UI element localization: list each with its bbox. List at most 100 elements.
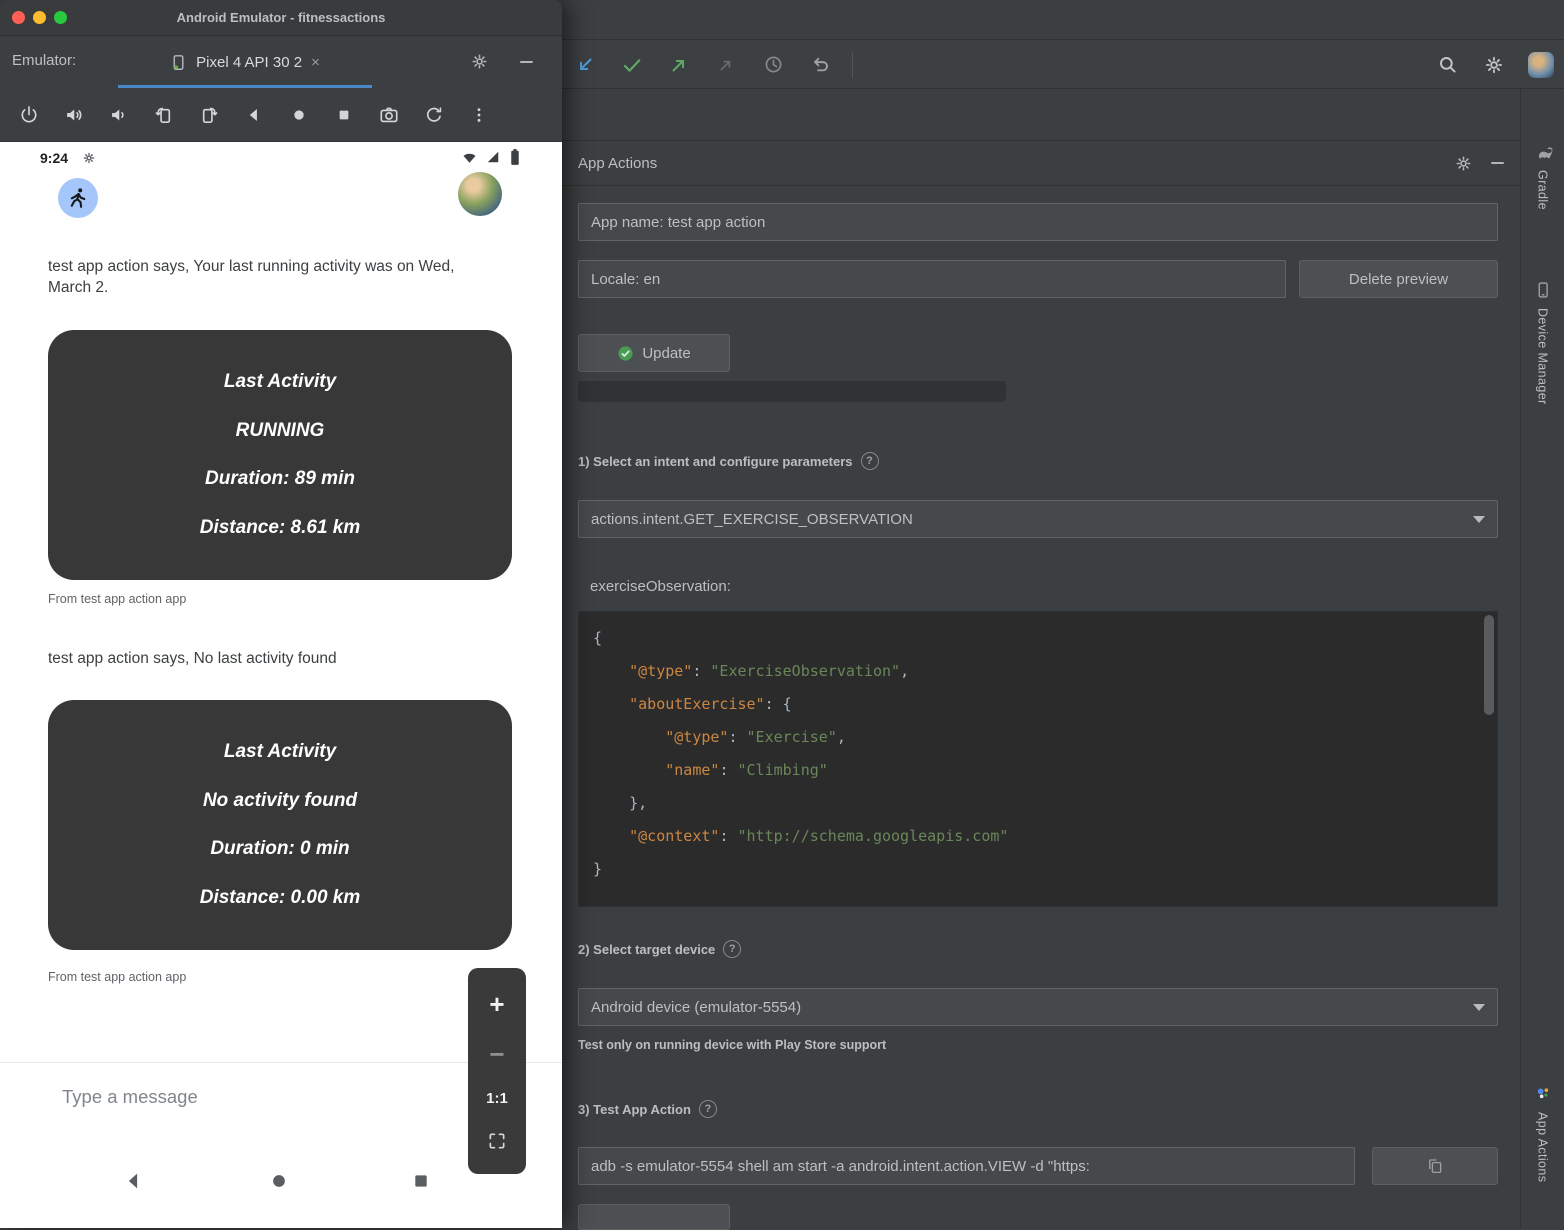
gradle-tab[interactable]: Gradle xyxy=(1521,145,1564,210)
window-title: Android Emulator - fitnessactions xyxy=(0,10,562,25)
device-manager-tab[interactable]: Device Manager xyxy=(1521,281,1564,405)
zoom-out-button[interactable]: − xyxy=(489,1041,504,1067)
adb-command-value: adb -s emulator-5554 shell am start -a a… xyxy=(591,1158,1090,1175)
tool-window-bar: Gradle Device Manager App Actions xyxy=(1520,89,1564,1228)
undo-button[interactable] xyxy=(805,50,835,80)
nav-back-button[interactable] xyxy=(122,1170,144,1192)
apply-changes-button[interactable] xyxy=(617,50,647,80)
step3-label: 3) Test App Action xyxy=(578,1102,691,1117)
screenshot-button[interactable] xyxy=(368,95,409,135)
step1-section: 1) Select an intent and configure parame… xyxy=(578,452,879,470)
app-actions-icon xyxy=(1533,1083,1553,1103)
zoom-controls: + − 1:1 xyxy=(468,968,526,1174)
zoom-in-button[interactable]: + xyxy=(489,991,504,1017)
attach-debugger-button[interactable] xyxy=(570,50,600,80)
delete-preview-label: Delete preview xyxy=(1349,271,1448,288)
clock-icon xyxy=(762,53,785,76)
run-disabled-button[interactable] xyxy=(711,50,741,80)
emulator-titlebar: Android Emulator - fitnessactions xyxy=(0,0,562,36)
copy-command-button[interactable] xyxy=(1372,1147,1498,1185)
help-icon[interactable]: ? xyxy=(723,940,741,958)
update-button[interactable]: Update xyxy=(578,334,730,372)
overview-button[interactable] xyxy=(323,95,364,135)
help-icon[interactable]: ? xyxy=(861,452,879,470)
device-tab[interactable]: Pixel 4 API 30 2 × xyxy=(118,36,372,88)
zoom-button[interactable] xyxy=(54,11,67,24)
overview-icon xyxy=(334,105,354,125)
nav-home-icon xyxy=(268,1170,290,1192)
intent-dropdown[interactable]: actions.intent.GET_EXERCISE_OBSERVATION xyxy=(578,500,1498,538)
device-hint: Test only on running device with Play St… xyxy=(578,1038,886,1052)
power-button[interactable] xyxy=(8,95,49,135)
emulator-window: Android Emulator - fitnessactions Emulat… xyxy=(0,0,562,1228)
more-button[interactable] xyxy=(458,95,499,135)
more-icon xyxy=(469,105,489,125)
check-circle-icon xyxy=(617,345,634,362)
camera-icon xyxy=(378,104,400,126)
rotate-left-button[interactable] xyxy=(143,95,184,135)
profile-button[interactable] xyxy=(1526,50,1556,80)
chevron-down-icon xyxy=(1473,516,1485,523)
locale-value: Locale: en xyxy=(591,271,660,288)
card-line: Distance: 0.00 km xyxy=(200,887,361,909)
chat-message: test app action says, Your last running … xyxy=(48,256,472,298)
toolbar-divider xyxy=(852,52,853,78)
gradle-tab-label: Gradle xyxy=(1536,170,1550,210)
app-actions-tab[interactable]: App Actions xyxy=(1521,1083,1564,1182)
undo-icon xyxy=(809,53,832,76)
rotate-right-icon xyxy=(198,104,220,126)
emulator-settings-button[interactable] xyxy=(470,52,489,71)
message-input[interactable]: Type a message xyxy=(62,1086,198,1108)
scrollbar-thumb[interactable] xyxy=(1484,615,1494,715)
close-button[interactable] xyxy=(12,11,25,24)
help-icon[interactable]: ? xyxy=(699,1100,717,1118)
zoom-reset-button[interactable]: 1:1 xyxy=(486,1090,508,1107)
app-name-field[interactable]: App name: test app action xyxy=(578,203,1498,241)
history-button[interactable] xyxy=(758,50,788,80)
panel-minimize-icon[interactable] xyxy=(1491,162,1504,164)
device-dropdown[interactable]: Android device (emulator-5554) xyxy=(578,988,1498,1026)
delete-preview-button[interactable]: Delete preview xyxy=(1299,260,1498,298)
nav-home-button[interactable] xyxy=(268,1170,290,1192)
back-button[interactable] xyxy=(233,95,274,135)
status-band xyxy=(578,381,1006,402)
json-editor[interactable]: { "@type": "ExerciseObservation", "about… xyxy=(578,611,1498,907)
nav-overview-icon xyxy=(410,1170,432,1192)
snapshot-button[interactable] xyxy=(413,95,454,135)
panel-minimize-icon[interactable] xyxy=(520,61,533,63)
rotate-right-button[interactable] xyxy=(188,95,229,135)
partial-button[interactable] xyxy=(578,1204,730,1230)
step2-label: 2) Select target device xyxy=(578,942,715,957)
nav-overview-button[interactable] xyxy=(410,1170,432,1192)
fit-screen-button[interactable] xyxy=(487,1131,507,1151)
app-name-value: App name: test app action xyxy=(591,214,765,231)
search-button[interactable] xyxy=(1432,50,1462,80)
back-icon xyxy=(244,105,264,125)
card-line: Duration: 0 min xyxy=(210,838,349,860)
phone-icon xyxy=(170,54,187,71)
locale-field[interactable]: Locale: en xyxy=(578,260,1286,298)
tab-close-icon[interactable]: × xyxy=(311,54,320,71)
app-actions-panel-header: App Actions xyxy=(562,140,1520,186)
runner-icon xyxy=(66,186,90,210)
device-value: Android device (emulator-5554) xyxy=(591,999,801,1016)
minimize-button[interactable] xyxy=(33,11,46,24)
arrow-up-right-icon xyxy=(667,53,691,77)
adb-command-field[interactable]: adb -s emulator-5554 shell am start -a a… xyxy=(578,1147,1355,1185)
nav-back-icon xyxy=(122,1170,144,1192)
battery-icon xyxy=(510,148,520,166)
panel-gear-icon[interactable] xyxy=(1454,154,1473,173)
search-icon xyxy=(1436,53,1459,76)
home-button[interactable] xyxy=(278,95,319,135)
deploy-button[interactable] xyxy=(664,50,694,80)
volume-down-button[interactable] xyxy=(98,95,139,135)
cellular-signal-icon xyxy=(486,150,500,164)
emulator-toolbar xyxy=(0,88,562,142)
card-line: RUNNING xyxy=(236,420,325,442)
settings-button[interactable] xyxy=(1479,50,1509,80)
app-actions-tab-label: App Actions xyxy=(1536,1112,1550,1182)
volume-up-button[interactable] xyxy=(53,95,94,135)
contact-avatar xyxy=(458,172,502,216)
gear-icon xyxy=(1483,54,1505,76)
activity-card: Last Activity RUNNING Duration: 89 min D… xyxy=(48,330,512,580)
